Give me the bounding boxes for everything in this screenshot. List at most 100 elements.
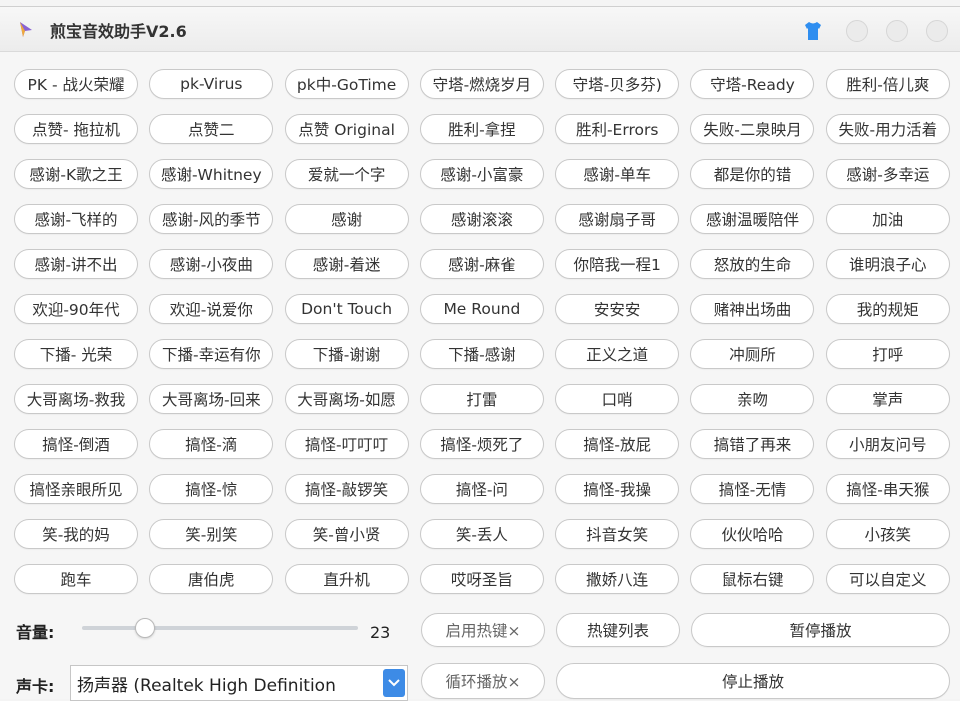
sound-button[interactable]: 都是你的错	[690, 159, 815, 189]
sound-button[interactable]: 笑-我的妈	[14, 519, 138, 549]
sound-button[interactable]: 搞怪-我操	[555, 474, 680, 504]
sound-button[interactable]: 守塔-贝多芬)	[555, 69, 680, 99]
sound-button[interactable]: 欢迎-说爱你	[149, 294, 274, 324]
sound-button[interactable]: 撒娇八连	[555, 564, 680, 594]
sound-button[interactable]: 鼠标右键	[690, 564, 815, 594]
sound-button[interactable]: 搞怪-串天猴	[825, 474, 950, 504]
sound-button[interactable]: 守塔-Ready	[690, 69, 815, 99]
sound-button[interactable]: 下播-谢谢	[284, 339, 409, 369]
sound-button[interactable]: 唐伯虎	[149, 564, 274, 594]
sound-button[interactable]: 感谢-多幸运	[825, 159, 950, 189]
sound-button[interactable]: 抖音女笑	[555, 519, 680, 549]
pause-button[interactable]: 暂停播放	[691, 613, 950, 647]
sound-button[interactable]: 下播-幸运有你	[149, 339, 274, 369]
sound-button[interactable]: 打呼	[825, 339, 950, 369]
sound-button[interactable]: 感谢-着迷	[284, 249, 409, 279]
app-logo-icon	[16, 19, 36, 39]
sound-button[interactable]: 大哥离场-回来	[149, 384, 274, 414]
sound-button[interactable]: 点赞二	[149, 114, 274, 144]
sound-button[interactable]: 搞怪-倒酒	[14, 429, 138, 459]
sound-button[interactable]: 跑车	[14, 564, 138, 594]
sound-button[interactable]: 感谢-麻雀	[419, 249, 544, 279]
sound-button[interactable]: 胜利-倍儿爽	[825, 69, 950, 99]
sound-button[interactable]: 失败-二泉映月	[690, 114, 815, 144]
sound-button[interactable]: 谁明浪子心	[825, 249, 950, 279]
sound-button[interactable]: 感谢	[284, 204, 409, 234]
sound-button[interactable]: 小朋友问号	[825, 429, 950, 459]
sound-button[interactable]: 搞错了再来	[690, 429, 815, 459]
sound-button[interactable]: 感谢扇子哥	[555, 204, 680, 234]
sound-button[interactable]: Me Round	[419, 294, 544, 324]
sound-button[interactable]: 笑-别笑	[149, 519, 274, 549]
loop-play-button[interactable]: 循环播放×	[421, 663, 545, 699]
minimize-button[interactable]	[846, 20, 868, 42]
sound-button[interactable]: 感谢-讲不出	[14, 249, 138, 279]
volume-slider-track[interactable]	[82, 626, 358, 630]
sound-button[interactable]: 赌神出场曲	[690, 294, 815, 324]
sound-button[interactable]: 感谢温暖陪伴	[690, 204, 815, 234]
sound-button[interactable]: 点赞- 拖拉机	[14, 114, 138, 144]
sound-button[interactable]: 你陪我一程1	[555, 249, 680, 279]
sound-button[interactable]: 正义之道	[555, 339, 680, 369]
close-button[interactable]	[926, 20, 948, 42]
sound-button[interactable]: 下播- 光荣	[14, 339, 138, 369]
sound-button[interactable]: 搞怪-放屁	[555, 429, 680, 459]
sound-button[interactable]: 感谢-小富豪	[419, 159, 544, 189]
sound-button[interactable]: 笑-丢人	[419, 519, 544, 549]
sound-button[interactable]: 笑-曾小贤	[284, 519, 409, 549]
sound-button[interactable]: 爱就一个字	[284, 159, 409, 189]
sound-button[interactable]: pk中-GoTime	[284, 69, 409, 99]
hotkey-list-button[interactable]: 热键列表	[556, 613, 680, 647]
sound-button[interactable]: 感谢-Whitney	[149, 159, 274, 189]
sound-button[interactable]: 小孩笑	[825, 519, 950, 549]
sound-button[interactable]: 欢迎-90年代	[14, 294, 138, 324]
sound-button[interactable]: 搞怪-无情	[690, 474, 815, 504]
sound-button[interactable]: 打雷	[419, 384, 544, 414]
sound-button[interactable]: 感谢-飞样的	[14, 204, 138, 234]
sound-button[interactable]: 哎呀圣旨	[419, 564, 544, 594]
sound-button[interactable]: 搞怪-叮叮叮	[284, 429, 409, 459]
sound-button[interactable]: 守塔-燃烧岁月	[419, 69, 544, 99]
sound-button[interactable]: 伙伙哈哈	[690, 519, 815, 549]
sound-button[interactable]: 安安安	[555, 294, 680, 324]
sound-button[interactable]: 大哥离场-如愿	[284, 384, 409, 414]
sound-button[interactable]: 搞怪-滴	[149, 429, 274, 459]
sound-button[interactable]: 搞怪-问	[419, 474, 544, 504]
shirt-icon[interactable]	[802, 20, 824, 42]
enable-hotkey-button[interactable]: 启用热键×	[421, 613, 545, 647]
maximize-button[interactable]	[886, 20, 908, 42]
sound-button[interactable]: 失败-用力活着	[825, 114, 950, 144]
sound-button[interactable]: 感谢滚滚	[419, 204, 544, 234]
sound-button[interactable]: 搞怪-敲锣笑	[284, 474, 409, 504]
sound-button[interactable]: 口哨	[555, 384, 680, 414]
sound-card-label: 声卡:	[16, 677, 55, 696]
sound-button[interactable]: 胜利-拿捏	[419, 114, 544, 144]
sound-button[interactable]: pk-Virus	[149, 69, 274, 99]
sound-button[interactable]: 点赞 Original	[284, 114, 409, 144]
sound-button[interactable]: 可以自定义	[825, 564, 950, 594]
sound-card-value: 扬声器 (Realtek High Definition	[77, 675, 336, 696]
sound-button[interactable]: 大哥离场-救我	[14, 384, 138, 414]
sound-button[interactable]: 加油	[825, 204, 950, 234]
sound-button[interactable]: 感谢-小夜曲	[149, 249, 274, 279]
sound-button[interactable]: 亲吻	[690, 384, 815, 414]
chevron-down-icon[interactable]	[383, 669, 405, 697]
sound-button[interactable]: 掌声	[825, 384, 950, 414]
sound-button[interactable]: 感谢-K歌之王	[14, 159, 138, 189]
sound-button[interactable]: 搞怪-烦死了	[419, 429, 544, 459]
sound-button[interactable]: PK - 战火荣耀	[14, 69, 138, 99]
sound-button[interactable]: 冲厕所	[690, 339, 815, 369]
volume-slider-thumb[interactable]	[135, 618, 156, 638]
sound-button[interactable]: 直升机	[284, 564, 409, 594]
sound-button[interactable]: 怒放的生命	[690, 249, 815, 279]
sound-button[interactable]: Don't Touch	[284, 294, 409, 324]
sound-button[interactable]: 搞怪-惊	[149, 474, 274, 504]
sound-button[interactable]: 感谢-单车	[555, 159, 680, 189]
sound-card-select[interactable]: 扬声器 (Realtek High Definition	[70, 665, 408, 701]
sound-button[interactable]: 感谢-风的季节	[149, 204, 274, 234]
sound-button[interactable]: 下播-感谢	[419, 339, 544, 369]
sound-button[interactable]: 搞怪亲眼所见	[14, 474, 138, 504]
sound-button[interactable]: 胜利-Errors	[555, 114, 680, 144]
sound-button[interactable]: 我的规矩	[825, 294, 950, 324]
stop-button[interactable]: 停止播放	[556, 663, 950, 699]
